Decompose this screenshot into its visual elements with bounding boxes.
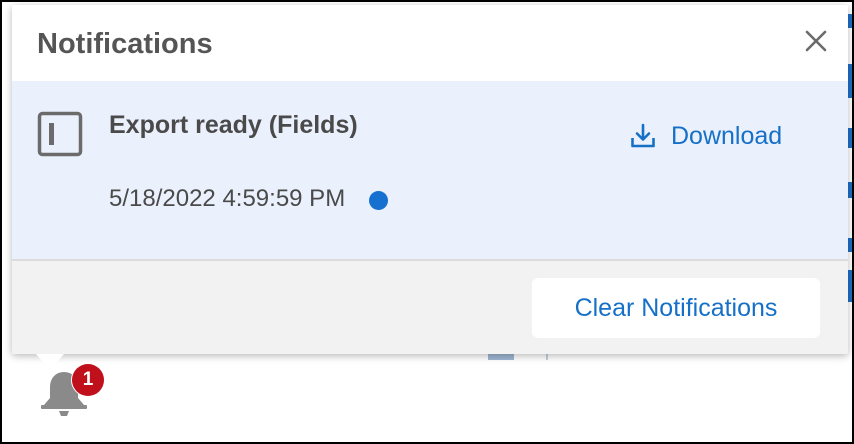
- popover-footer: Clear Notifications: [12, 261, 848, 354]
- download-button[interactable]: Download: [630, 119, 782, 153]
- unread-indicator: [369, 191, 388, 210]
- background-edge-mark: [848, 14, 852, 28]
- close-icon: [805, 30, 827, 52]
- popover-title: Notifications: [37, 28, 213, 60]
- notification-title: Export ready (Fields): [109, 111, 358, 139]
- background-edge-mark: [848, 128, 852, 148]
- download-icon: [631, 123, 655, 148]
- notification-timestamp: 5/18/2022 4:59:59 PM: [109, 185, 346, 212]
- notification-item[interactable]: Export ready (Fields) 5/18/2022 4:59:59 …: [12, 81, 848, 259]
- clear-notifications-label: Clear Notifications: [574, 293, 778, 322]
- download-label: Download: [671, 121, 783, 150]
- screenshot-frame: Notifications Export ready (Fields) 5/18…: [0, 0, 854, 444]
- notification-count-badge: 1: [72, 364, 104, 396]
- panel-icon: [37, 111, 83, 157]
- background-edge-mark: [848, 64, 852, 98]
- clear-notifications-button[interactable]: Clear Notifications: [532, 278, 820, 338]
- notifications-popover: Notifications Export ready (Fields) 5/18…: [12, 5, 848, 354]
- background-divider: [546, 354, 548, 360]
- close-button[interactable]: [802, 27, 830, 55]
- background-edge-mark: [848, 182, 852, 198]
- background-edge-mark: [848, 270, 852, 302]
- popover-header: Notifications: [12, 5, 848, 81]
- background-element: [488, 354, 514, 360]
- background-edge-mark: [848, 238, 852, 252]
